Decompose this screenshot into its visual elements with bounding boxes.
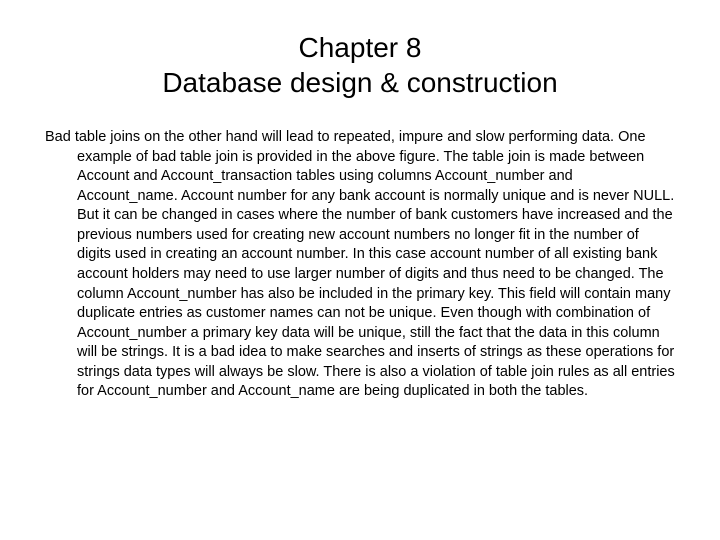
title-line-1: Chapter 8 [45, 30, 675, 65]
slide-title: Chapter 8 Database design & construction [45, 30, 675, 100]
body-paragraph: Bad table joins on the other hand will l… [77, 128, 675, 402]
title-line-2: Database design & construction [45, 65, 675, 100]
